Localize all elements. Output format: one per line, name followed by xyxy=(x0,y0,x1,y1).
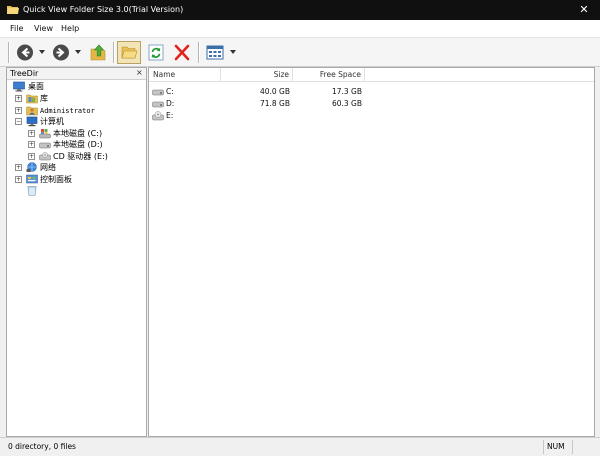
tree-item-network[interactable]: + 网络 xyxy=(15,162,140,173)
system-drive-icon xyxy=(39,129,51,139)
expand-toggle[interactable]: + xyxy=(15,107,22,114)
control-panel-icon xyxy=(26,174,38,184)
tree-item-label: 桌面 xyxy=(28,82,44,91)
collapse-toggle[interactable]: − xyxy=(15,118,22,125)
back-dropdown-arrow[interactable] xyxy=(39,50,45,54)
table-row[interactable]: D: 71.8 GB 60.3 GB xyxy=(149,98,594,110)
forward-arrow-icon xyxy=(53,44,69,61)
table-row[interactable]: C: 40.0 GB 17.3 GB xyxy=(149,86,594,98)
stop-button[interactable] xyxy=(171,41,193,64)
row-size: 71.8 GB xyxy=(259,99,290,108)
tree-item-drive-e[interactable]: + CD 驱动器 (E:) xyxy=(28,151,143,162)
menu-help[interactable]: Help xyxy=(61,24,79,34)
tree-pane-close-button[interactable]: × xyxy=(136,68,143,78)
expand-toggle[interactable]: + xyxy=(15,164,22,171)
expand-toggle[interactable]: + xyxy=(15,95,22,102)
tree-item-label: 库 xyxy=(40,94,48,103)
forward-button[interactable] xyxy=(50,41,72,64)
tree-item-drive-d[interactable]: + 本地磁盘 (D:) xyxy=(28,139,143,150)
view-mode-button[interactable] xyxy=(203,41,227,64)
tree-item-label: CD 驱动器 (E:) xyxy=(53,152,108,161)
computer-icon xyxy=(26,116,38,127)
menu-view[interactable]: View xyxy=(34,24,53,34)
open-folder-icon xyxy=(121,46,138,59)
row-name: C: xyxy=(166,87,174,96)
tree-item-label: 本地磁盘 (C:) xyxy=(53,129,103,138)
up-folder-button[interactable] xyxy=(87,41,109,64)
tree-item-label: 本地磁盘 (D:) xyxy=(53,140,103,149)
library-icon xyxy=(26,94,38,104)
up-folder-icon xyxy=(90,44,106,61)
expand-toggle[interactable]: + xyxy=(15,176,22,183)
toolbar-separator xyxy=(198,42,199,63)
column-header-name[interactable]: Name xyxy=(149,68,221,82)
recycle-bin-icon xyxy=(27,186,37,196)
user-folder-icon xyxy=(26,106,38,116)
tree-item-administrator[interactable]: + Administrator xyxy=(15,105,140,116)
title-bar: Quick View Folder Size 3.0(Trial Version… xyxy=(0,0,600,20)
toolbar-separator xyxy=(113,42,114,63)
expand-toggle[interactable]: + xyxy=(28,153,35,160)
toolbar-grip xyxy=(8,42,9,63)
back-button[interactable] xyxy=(14,41,36,64)
tree-pane-header: TreeDir × xyxy=(7,68,146,80)
view-mode-dropdown-arrow[interactable] xyxy=(230,50,236,54)
status-text: 0 directory, 0 files xyxy=(8,442,76,451)
tree-item-label: 计算机 xyxy=(40,117,64,126)
tree-item-recycle-bin[interactable] xyxy=(26,185,40,196)
row-free-space: 17.3 GB xyxy=(331,87,362,96)
column-header-row: Name Size Free Space xyxy=(149,68,594,82)
row-size: 40.0 GB xyxy=(259,87,290,96)
tree-pane-title: TreeDir xyxy=(10,69,39,78)
forward-dropdown-arrow[interactable] xyxy=(75,50,81,54)
tree-item-label: 控制面板 xyxy=(40,175,72,184)
close-window-button[interactable]: ✕ xyxy=(574,1,594,18)
red-x-icon xyxy=(174,44,190,61)
file-list-pane: Name Size Free Space C: 40.0 GB 17.3 GB … xyxy=(148,67,595,437)
menu-bar: File View Help xyxy=(0,20,600,38)
folder-icon xyxy=(7,6,19,14)
toolbar xyxy=(0,38,600,67)
tree-item-desktop[interactable]: 桌面 xyxy=(11,81,141,92)
tree-item-drive-c[interactable]: + 本地磁盘 (C:) xyxy=(28,128,143,139)
row-name: E: xyxy=(166,111,174,120)
expand-toggle[interactable]: + xyxy=(28,141,35,148)
status-separator xyxy=(543,440,544,454)
column-header-size[interactable]: Size xyxy=(221,68,293,82)
status-separator xyxy=(572,440,573,454)
num-lock-indicator: NUM xyxy=(547,442,565,451)
desktop-icon xyxy=(13,81,25,92)
column-header-free-space[interactable]: Free Space xyxy=(293,68,365,82)
row-name: D: xyxy=(166,99,175,108)
column-header-label: Free Space xyxy=(319,70,361,79)
tree-item-library[interactable]: + 库 xyxy=(15,93,140,104)
refresh-icon xyxy=(148,44,164,61)
column-header-label: Size xyxy=(273,70,289,79)
column-header-label: Name xyxy=(153,70,176,79)
drive-icon xyxy=(152,89,164,96)
details-view-icon xyxy=(206,45,224,60)
menu-file[interactable]: File xyxy=(10,24,23,34)
tree-item-computer[interactable]: − 计算机 xyxy=(15,116,140,127)
cd-drive-icon xyxy=(39,152,51,161)
tree-item-label: Administrator xyxy=(40,107,95,115)
expand-toggle[interactable]: + xyxy=(28,130,35,137)
drive-icon xyxy=(152,101,164,108)
drive-icon xyxy=(39,142,51,149)
folders-button[interactable] xyxy=(117,41,141,64)
tree-item-label: 网络 xyxy=(40,163,56,172)
table-row[interactable]: E: xyxy=(149,110,594,122)
network-icon xyxy=(26,162,37,172)
cd-drive-icon xyxy=(152,111,164,121)
tree-item-control-panel[interactable]: + 控制面板 xyxy=(15,174,140,185)
status-bar: 0 directory, 0 files NUM xyxy=(0,437,600,456)
window-title: Quick View Folder Size 3.0(Trial Version… xyxy=(23,5,184,14)
row-free-space: 60.3 GB xyxy=(331,99,362,108)
back-arrow-icon xyxy=(17,44,33,61)
refresh-button[interactable] xyxy=(145,41,167,64)
tree-pane: TreeDir × 桌面 + 库 + Administrator − 计算机 +… xyxy=(6,67,147,437)
